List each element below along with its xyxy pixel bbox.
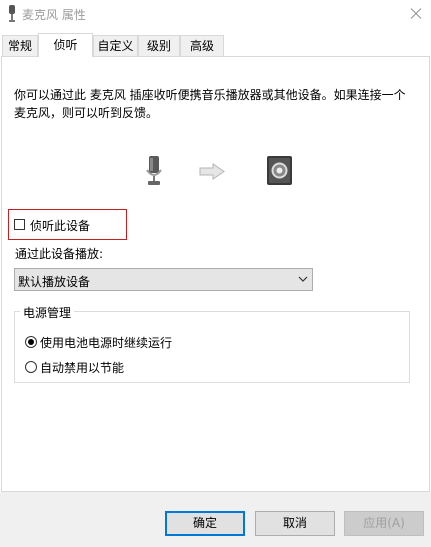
- ok-button[interactable]: 确定: [165, 511, 245, 536]
- radio-auto-disable-label[interactable]: 自动禁用以节能: [40, 359, 124, 376]
- playback-device-select[interactable]: 默认播放设备: [14, 268, 313, 291]
- tab-general[interactable]: 常规: [2, 35, 38, 56]
- listen-description: 你可以通过此 麦克风 插座收听便携音乐播放器或其他设备。如果连接一个麦克风，则可…: [14, 88, 406, 120]
- power-management-title: 电源管理: [20, 304, 75, 321]
- radio-keep-running[interactable]: [25, 336, 37, 348]
- playback-label: 通过此设备播放:: [15, 247, 104, 261]
- microphone-icon: [9, 5, 15, 22]
- arrow-right-icon: [199, 163, 225, 180]
- radio-auto-disable[interactable]: [25, 361, 37, 373]
- window-title: 麦克风 属性: [22, 8, 86, 22]
- tab-listen[interactable]: 侦听: [38, 33, 93, 57]
- tab-custom[interactable]: 自定义: [93, 35, 138, 56]
- listen-checkbox-label[interactable]: 侦听此设备: [30, 217, 90, 234]
- speaker-icon: [267, 156, 292, 185]
- listen-checkbox[interactable]: [14, 219, 25, 230]
- radio-keep-running-label[interactable]: 使用电池电源时继续运行: [40, 334, 172, 351]
- close-button[interactable]: [400, 0, 431, 28]
- cancel-button[interactable]: 取消: [255, 511, 335, 536]
- apply-button[interactable]: 应用(A): [344, 511, 424, 536]
- playback-device-value: 默认播放设备: [18, 275, 91, 289]
- chevron-down-icon: [298, 276, 308, 282]
- title-bar: 麦克风 属性: [0, 0, 431, 30]
- tab-advanced[interactable]: 高级: [180, 35, 224, 56]
- tab-levels[interactable]: 级别: [138, 35, 180, 56]
- microphone-icon: [146, 156, 162, 185]
